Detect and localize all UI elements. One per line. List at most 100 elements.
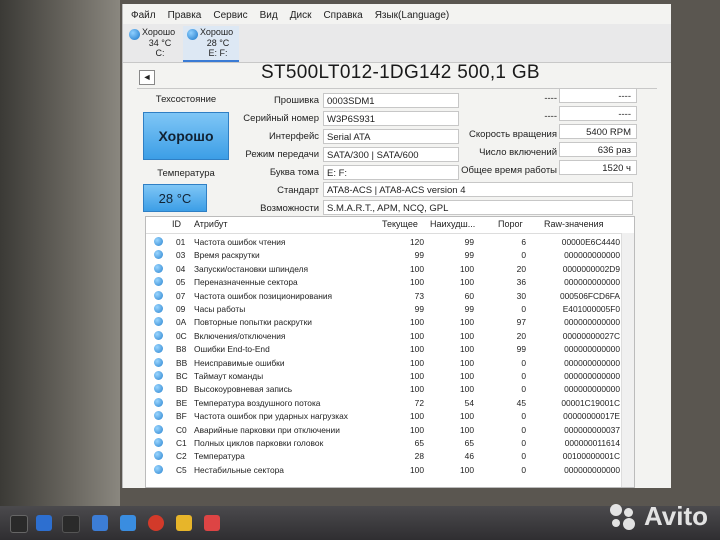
- row-current: 100: [410, 344, 424, 355]
- menu-file[interactable]: Файл: [131, 6, 156, 24]
- status-good-icon: [154, 344, 163, 354]
- table-row[interactable]: 09 Часы работы 99 99 0 E401000005F0: [146, 302, 634, 315]
- row-raw: E401000005F0: [562, 304, 620, 314]
- watermark-text: Avito: [643, 501, 708, 531]
- status-good-icon: [129, 29, 140, 40]
- task-view-icon[interactable]: [62, 515, 80, 533]
- col-current[interactable]: Текущее: [382, 219, 418, 229]
- row-id: 09: [176, 304, 186, 314]
- table-row[interactable]: BF Частота ошибок при ударных нагрузках 10…: [146, 409, 634, 422]
- table-row[interactable]: C1 Полных циклов парковки головок 65 65 0 000…: [146, 436, 634, 449]
- table-header: ID Атрибут Текущее Наихудш... Порог Raw-…: [146, 217, 634, 234]
- col-worst[interactable]: Наихудш...: [430, 219, 475, 229]
- rotation-speed-value: 5400 RPM: [559, 124, 637, 139]
- row-current: 100: [410, 384, 424, 395]
- row-worst: 100: [460, 411, 474, 422]
- row-worst: 46: [464, 451, 474, 462]
- power-on-hours-value: 1520 ч: [559, 160, 637, 175]
- folder-icon[interactable]: [176, 515, 192, 531]
- app-icon[interactable]: [120, 515, 136, 531]
- status-good-icon: [154, 290, 163, 300]
- prev-disk-button[interactable]: ◄: [139, 70, 155, 85]
- menu-edit[interactable]: Правка: [168, 6, 202, 24]
- row-id: 04: [176, 263, 186, 274]
- row-attribute: Температура: [194, 451, 245, 462]
- browser-icon[interactable]: [36, 515, 52, 531]
- app-icon[interactable]: [204, 515, 220, 531]
- drive-letter: C:: [155, 48, 165, 58]
- row-worst: 99: [464, 237, 474, 247]
- table-row[interactable]: C2 Температура 28 46 0 00100000001C: [146, 449, 634, 462]
- menu-service[interactable]: Сервис: [213, 6, 247, 24]
- table-row[interactable]: 04 Запуски/остановки шпинделя 100 100 20 0000…: [146, 262, 634, 275]
- row-id: 0C: [176, 330, 187, 341]
- row-id: 01: [176, 237, 186, 247]
- firmware-value: 0003SDM1: [323, 93, 459, 108]
- row-threshold: 0: [521, 384, 526, 395]
- status-good-icon: [154, 317, 163, 327]
- row-attribute: Частота ошибок при ударных нагрузках: [194, 411, 348, 422]
- drive-tab-e[interactable]: Хорошо 28 °C E: F:: [183, 26, 239, 62]
- volume-letter-value: E: F:: [323, 165, 459, 180]
- status-good-icon: [154, 438, 163, 447]
- start-icon[interactable]: [10, 515, 28, 533]
- serial-label: Серийный номер: [243, 113, 319, 124]
- row-raw: 000506FCD6FA: [559, 290, 620, 301]
- row-attribute: Частота ошибок чтения: [194, 237, 286, 247]
- drive-selector-bar: Хорошо 34 °C C: Хорошо 28 °C E: F:: [123, 24, 671, 63]
- row-current: 100: [410, 371, 424, 381]
- row-attribute: Часы работы: [194, 304, 246, 314]
- row-id: 0A: [176, 317, 187, 328]
- unknown-label-1: ----: [544, 93, 557, 104]
- app-icon[interactable]: [92, 515, 108, 531]
- drive-temp: 34 °C: [148, 38, 172, 48]
- table-row[interactable]: 07 Частота ошибок позиционирования 73 60 30 0…: [146, 289, 634, 302]
- temperature-badge[interactable]: 28 °C: [143, 184, 207, 212]
- health-status-badge[interactable]: Хорошо: [143, 112, 229, 160]
- table-row[interactable]: BE Температура воздушного потока 72 54 45 000…: [146, 396, 634, 409]
- table-row[interactable]: 0C Включения/отключения 100 100 20 0000000002…: [146, 329, 634, 342]
- col-id[interactable]: ID: [172, 219, 181, 229]
- row-current: 100: [410, 424, 424, 435]
- row-worst: 60: [464, 290, 474, 301]
- row-attribute: Частота ошибок позиционирования: [194, 290, 333, 301]
- drive-tab-c[interactable]: Хорошо 34 °C C:: [125, 26, 181, 60]
- table-scrollbar[interactable]: [621, 233, 634, 487]
- row-threshold: 0: [521, 304, 526, 314]
- unknown-value-2: ----: [559, 106, 637, 121]
- yandex-icon[interactable]: [148, 515, 164, 531]
- menu-disk[interactable]: Диск: [290, 6, 312, 24]
- row-raw: 000000000000: [564, 250, 620, 261]
- table-row[interactable]: C5 Нестабильные сектора 100 100 0 00000000000…: [146, 463, 634, 476]
- smart-attributes-table[interactable]: ID Атрибут Текущее Наихудш... Порог Raw-…: [145, 216, 635, 488]
- table-row[interactable]: 03 Время раскрутки 99 99 0 000000000000: [146, 248, 634, 261]
- disk-title: ST500LT012-1DG142 500,1 GB: [261, 62, 540, 83]
- menu-language[interactable]: Язык(Language): [375, 6, 450, 24]
- table-row[interactable]: 0A Повторные попытки раскрутки 100 100 97 000…: [146, 315, 634, 328]
- table-row[interactable]: BD Высокоуровневая запись 100 100 0 000000000…: [146, 382, 634, 395]
- col-attribute[interactable]: Атрибут: [194, 219, 228, 229]
- row-threshold: 0: [521, 357, 526, 368]
- status-good-icon: [154, 237, 163, 246]
- col-raw[interactable]: Raw-значения: [544, 219, 603, 229]
- row-worst: 99: [464, 304, 474, 314]
- table-row[interactable]: C0 Аварийные парковки при отключении 100 10…: [146, 423, 634, 436]
- row-threshold: 0: [521, 250, 526, 261]
- table-row[interactable]: B8 Ошибки End-to-End 100 100 99 000000000000: [146, 342, 634, 355]
- table-row[interactable]: 05 Переназначенные сектора 100 100 36 0000000…: [146, 275, 634, 288]
- row-raw: 00001C19001C: [561, 397, 620, 408]
- table-row[interactable]: 01 Частота ошибок чтения 120 99 6 00000E6C444…: [146, 235, 634, 248]
- row-raw: 000000000000: [564, 317, 620, 328]
- col-threshold[interactable]: Порог: [498, 219, 523, 229]
- menu-bar: Файл Правка Сервис Вид Диск Справка Язык…: [123, 6, 679, 24]
- table-row[interactable]: BB Неисправимые ошибки 100 100 0 000000000000: [146, 356, 634, 369]
- row-id: B8: [176, 344, 187, 355]
- table-row[interactable]: BC Таймаут команды 100 100 0 000000000000: [146, 369, 634, 382]
- menu-view[interactable]: Вид: [260, 6, 278, 24]
- status-good-icon: [154, 371, 163, 380]
- row-attribute: Нестабильные сектора: [194, 464, 284, 475]
- row-id: BC: [176, 371, 188, 381]
- menu-help[interactable]: Справка: [323, 6, 362, 24]
- row-threshold: 0: [521, 464, 526, 475]
- transfer-mode-value: SATA/300 | SATA/600: [323, 147, 459, 162]
